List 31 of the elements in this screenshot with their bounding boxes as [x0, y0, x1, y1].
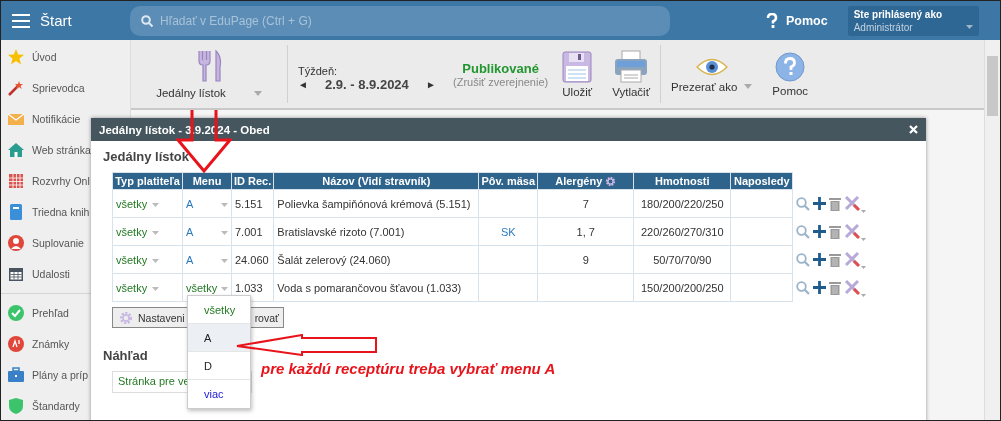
login-label: Ste prihlásený ako [853, 8, 944, 20]
table-cell: Bratislavské rizoto (7.001) [273, 217, 479, 246]
table-cell: 7.001 [231, 217, 274, 246]
week-label: Týždeň: [298, 64, 339, 77]
table-cell: 220/260/270/310 [633, 217, 731, 246]
table-cell: 24.060 [231, 245, 274, 274]
table-cell: Voda s pomarančovou šťavou (1.033) [273, 273, 479, 302]
table-cell: 9 [537, 245, 634, 274]
column-header: Alergény [537, 172, 634, 190]
publish-status: Publikované [462, 60, 539, 76]
column-header: Typ platiteľa [112, 172, 183, 190]
column-header: ID Rec. [231, 172, 274, 190]
week-range: 2.9. - 8.9.2024 [325, 76, 410, 92]
table-cell: 180/200/220/250 [633, 189, 731, 218]
user-role: Administrátor [853, 21, 913, 33]
table-cell: 150/200/200/250 [633, 273, 731, 302]
table-cell: 7 [537, 189, 634, 218]
column-header: Hmotnosti [633, 172, 731, 190]
section-heading: Náhľad [103, 348, 148, 363]
table-cell: 5.151 [231, 189, 274, 218]
column-header: Pôv. mäsa [478, 172, 538, 190]
column-header: Názov (Vidí stravník) [273, 172, 479, 190]
column-header: Naposledy [730, 172, 793, 190]
table-cell: 50/70/70/90 [633, 245, 731, 274]
table-cell: Šalát zelerový (24.060) [273, 245, 479, 274]
section-heading: Jedálny lístok [103, 149, 189, 164]
table-cell: Polievka šampiňónová krémová (5.151) [273, 189, 479, 218]
table-cell: 1, 7 [537, 217, 634, 246]
annotation-text: pre každú receptúru treba vybrať menu A [261, 360, 556, 377]
table-cell: SK [478, 217, 538, 246]
column-header: Menu [182, 172, 232, 190]
